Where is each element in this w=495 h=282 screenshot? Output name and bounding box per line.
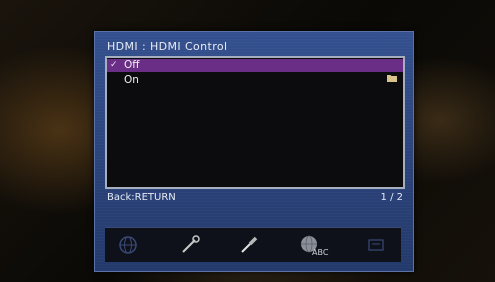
page-indicator: 1 / 2	[380, 192, 403, 203]
misc-icon[interactable]	[363, 232, 389, 258]
language-icon[interactable]: ABC	[297, 232, 333, 258]
globe-icon[interactable]	[115, 232, 141, 258]
option-label: Off	[124, 59, 140, 71]
option-list: ✓ Off On	[105, 56, 405, 189]
option-label: On	[124, 74, 139, 86]
category-icon-bar: ABC	[105, 227, 401, 262]
menu-title: HDMI : HDMI Control	[107, 40, 228, 53]
folder-icon	[387, 74, 397, 87]
language-abc-text: ABC	[312, 248, 329, 257]
wrench-icon[interactable]	[177, 232, 203, 258]
hdmi-control-panel: HDMI : HDMI Control ✓ Off On Back:RETURN…	[94, 31, 414, 272]
back-hint: Back:RETURN	[107, 192, 176, 203]
option-on[interactable]: On	[107, 74, 403, 87]
option-off[interactable]: ✓ Off	[107, 59, 403, 72]
checkmark-icon: ✓	[110, 60, 118, 70]
screwdriver-icon[interactable]	[236, 232, 262, 258]
